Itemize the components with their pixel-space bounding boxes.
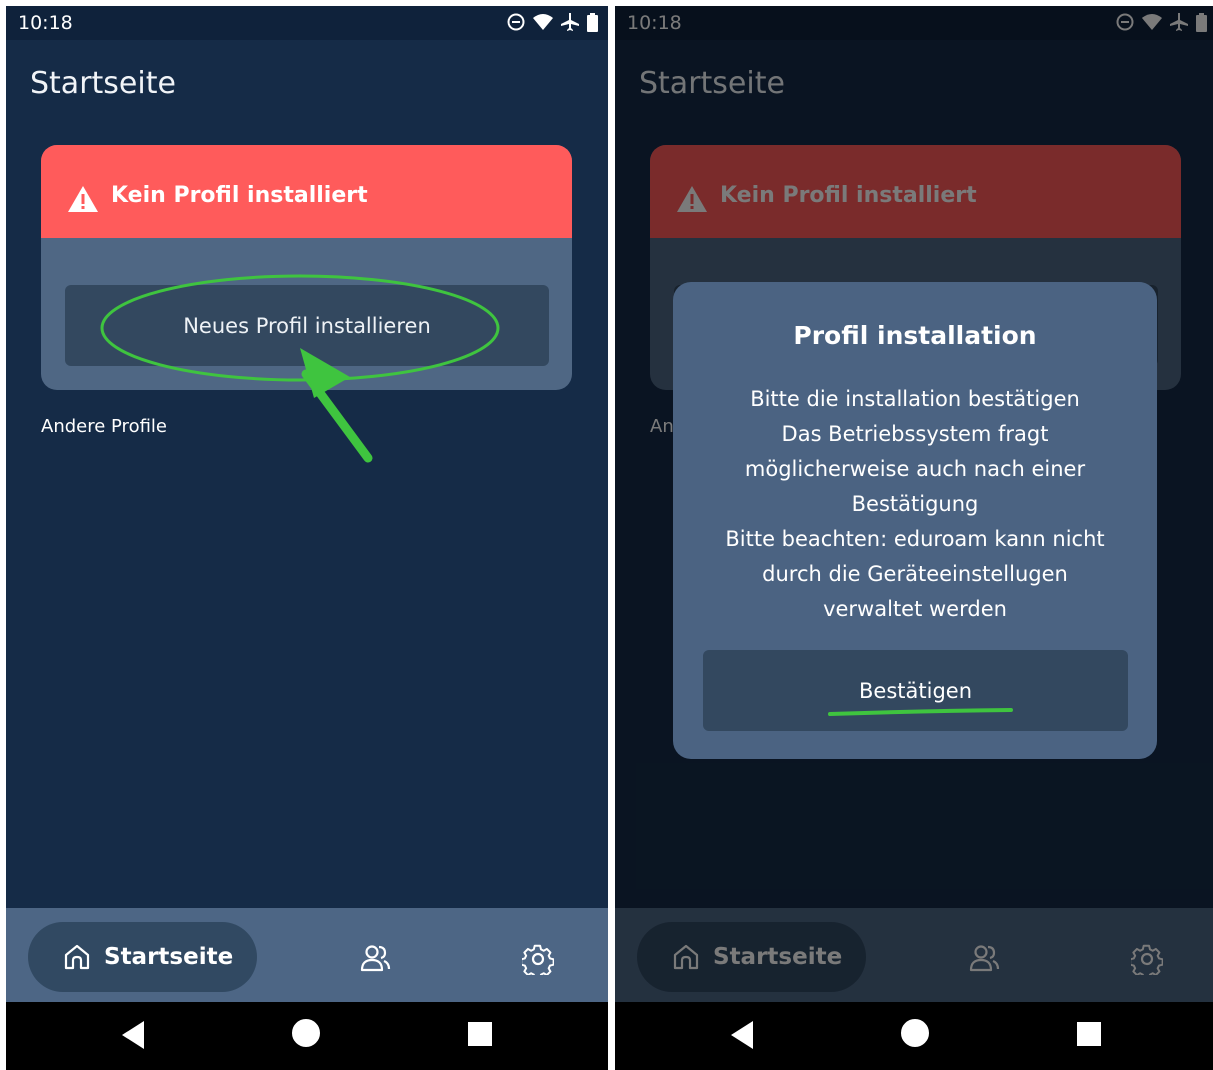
recents-icon[interactable] [1077,1022,1101,1046]
profile-status-card: Kein Profil installiert Neues Profil ins… [41,145,572,390]
dialog-message-line: durch die Geräteeinstellugen [762,562,1068,586]
system-navigation-bar [6,1002,608,1070]
install-confirmation-dialog: Profil installation Bitte die installati… [673,282,1157,759]
dialog-message-line: Bitte beachten: eduroam kann nicht [725,527,1105,551]
system-home-icon[interactable] [901,1019,929,1047]
dialog-message-line: Bitte die installation bestätigen [750,387,1080,411]
install-profile-button[interactable]: Neues Profil installieren [65,285,549,366]
phone-screen-home: 10:18 Startseite Kein Profil installiert… [6,6,608,1070]
nav-home-label: Startseite [104,944,234,970]
battery-icon [587,12,598,32]
phone-screen-dialog: 10:18 Startseite Kein Profil installiert… [615,6,1213,1070]
dialog-message-line: Bestätigung [851,492,979,516]
settings-icon[interactable] [522,943,554,975]
home-icon [64,944,90,970]
do-not-disturb-icon [507,13,525,31]
bottom-navigation: Startseite [6,908,608,1002]
dialog-message-line: verwaltet werden [823,597,1007,621]
nav-item-home[interactable]: Startseite [28,922,257,992]
confirm-button[interactable]: Bestätigen [703,650,1128,731]
system-navigation-bar [615,1002,1213,1070]
status-time: 10:18 [18,12,73,34]
dialog-message-line: möglicherweise auch nach einer [744,457,1086,481]
back-icon[interactable] [120,1019,146,1051]
dialog-message: Bitte die installation bestätigen Das Be… [691,382,1139,627]
back-icon[interactable] [729,1019,755,1051]
page-title: Startseite [30,66,176,101]
recents-icon[interactable] [468,1022,492,1046]
airplane-icon [561,13,579,31]
dialog-message-line: Das Betriebssystem fragt [781,422,1049,446]
wifi-icon [533,14,553,30]
profiles-icon[interactable] [359,943,391,975]
confirm-button-label: Bestätigen [859,678,972,703]
install-profile-label: Neues Profil installieren [183,313,431,338]
dialog-title: Profil installation [793,321,1037,350]
card-header: Kein Profil installiert [41,145,572,238]
app-bar: Startseite [6,40,608,120]
system-home-icon[interactable] [292,1019,320,1047]
other-profiles-label: Andere Profile [41,416,167,437]
warning-icon [68,186,98,212]
card-title: Kein Profil installiert [111,183,368,208]
status-bar: 10:18 [6,6,608,40]
